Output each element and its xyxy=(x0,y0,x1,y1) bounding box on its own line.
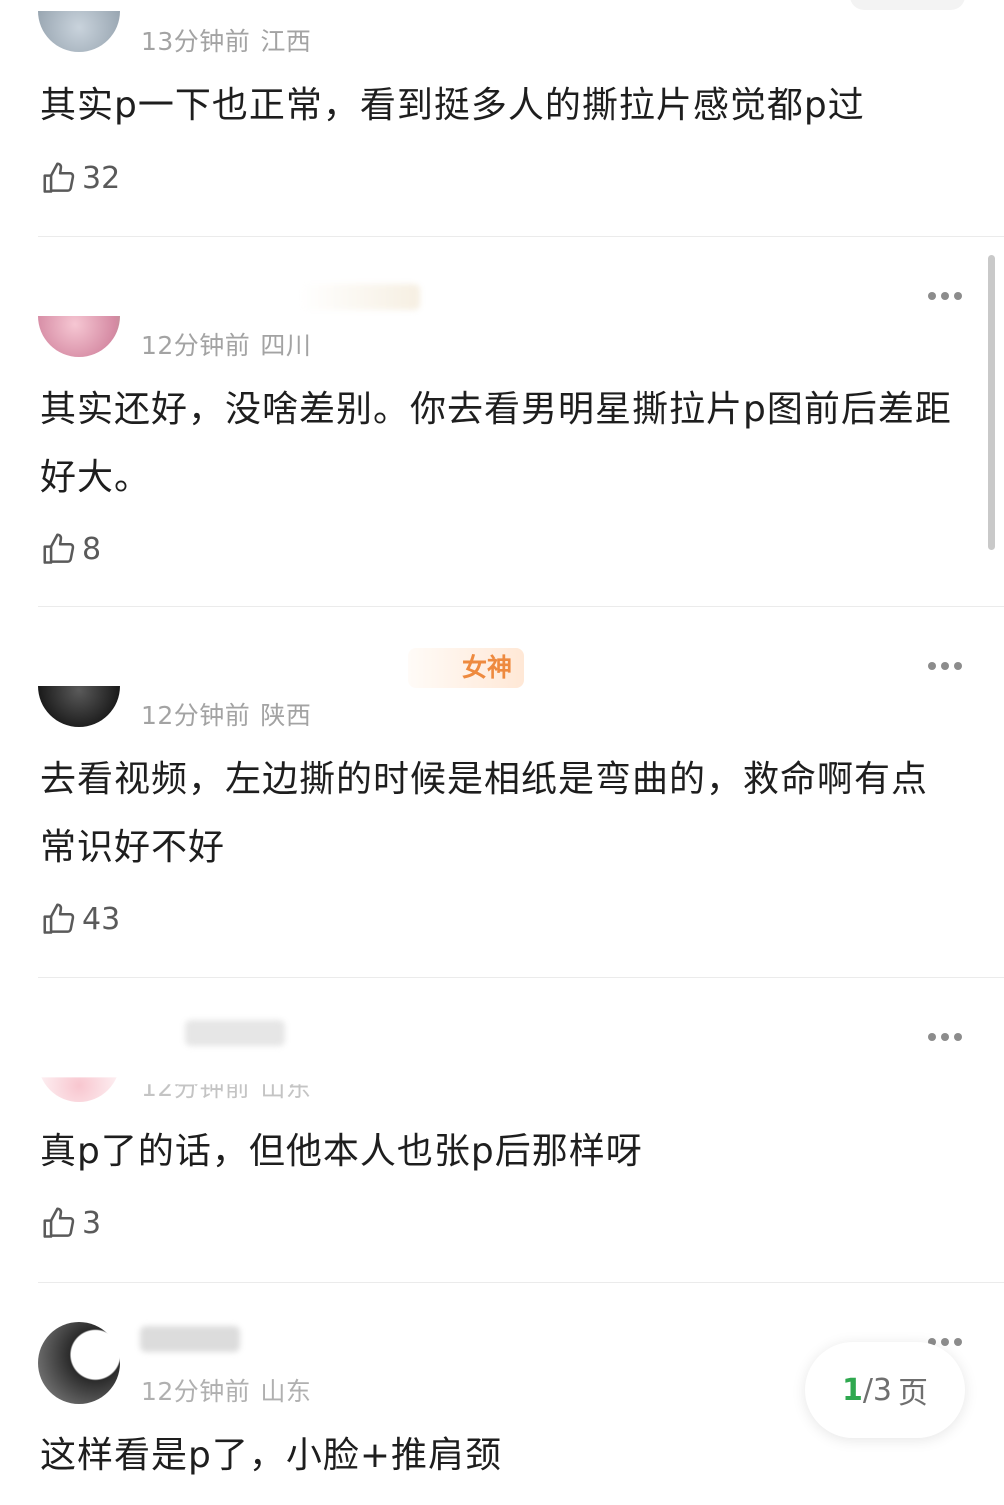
page-indicator[interactable]: 1/3 页 xyxy=(805,1342,965,1438)
more-button[interactable] xyxy=(920,1025,970,1049)
comment-text: 其实p一下也正常，看到挺多人的撕拉片感觉都p过 xyxy=(40,85,865,126)
comment-text: 真p了的话，但他本人也张p后那样呀 xyxy=(40,1131,643,1172)
username-blurred xyxy=(300,284,420,310)
comment-text: 去看视频，左边撕的时候是相纸是弯曲的，救命啊有点常识好不好 xyxy=(40,759,929,868)
comment-location: 陕西 xyxy=(260,701,312,730)
more-dots-icon xyxy=(928,1033,936,1041)
comment-meta: 12分钟前 四川 xyxy=(141,326,311,362)
divider xyxy=(38,236,1004,237)
comment-time: 13分钟前 xyxy=(141,27,251,56)
avatar[interactable] xyxy=(38,686,120,727)
like-button[interactable]: 3 xyxy=(40,1203,101,1243)
comment-location: 四川 xyxy=(260,331,312,360)
like-button[interactable]: 8 xyxy=(40,529,101,569)
comment-text: 这样看是p了，小脸+推肩颈 xyxy=(40,1435,503,1476)
avatar[interactable] xyxy=(38,316,120,357)
avatar[interactable] xyxy=(38,1322,120,1404)
comment-time: 12分钟前 xyxy=(141,331,251,360)
comment-location: 江西 xyxy=(260,27,312,56)
comment-meta: 13分钟前 江西 xyxy=(141,22,311,58)
comment-meta: 12分钟前 陕西 xyxy=(141,696,311,732)
divider xyxy=(38,606,1004,607)
comment-meta: 12分钟前 山东 xyxy=(141,1073,312,1104)
more-dots-icon xyxy=(928,292,936,300)
avatar[interactable] xyxy=(38,11,120,52)
more-dots-icon xyxy=(928,662,936,670)
page-unit: 页 xyxy=(898,1376,929,1411)
divider xyxy=(38,1282,1004,1283)
comment-text: 其实还好，没啥差别。你去看男明星撕拉片p图前后差距好大。 xyxy=(40,389,952,498)
comment-time: 12分钟前 xyxy=(141,1377,251,1406)
like-count: 32 xyxy=(82,160,121,196)
avatar[interactable] xyxy=(38,1077,120,1102)
current-page: 1 xyxy=(841,1372,863,1408)
comment-time: 12分钟前 xyxy=(141,701,251,730)
comment-location: 山东 xyxy=(260,1377,312,1406)
more-button[interactable] xyxy=(920,654,970,678)
like-count: 43 xyxy=(82,901,121,937)
thumbs-up-icon xyxy=(43,1207,75,1238)
username-blurred xyxy=(185,1020,285,1046)
total-pages: /3 xyxy=(862,1372,893,1408)
like-count: 8 xyxy=(82,531,102,567)
comment-meta: 12分钟前 山东 xyxy=(141,1372,311,1408)
username-blurred xyxy=(140,1326,240,1352)
like-button[interactable]: 32 xyxy=(40,158,120,198)
comment-time: 12分钟前 xyxy=(141,1073,251,1102)
like-button[interactable]: 43 xyxy=(40,899,120,939)
top-chip xyxy=(850,0,965,10)
thumbs-up-icon xyxy=(43,903,75,934)
scrollbar[interactable] xyxy=(988,255,995,550)
divider xyxy=(38,977,1004,978)
user-badge: 女神 xyxy=(408,648,525,688)
thumbs-up-icon xyxy=(43,533,75,564)
like-count: 3 xyxy=(82,1205,102,1241)
comment-location: 山东 xyxy=(260,1073,312,1102)
more-button[interactable] xyxy=(920,284,970,308)
thumbs-up-icon xyxy=(43,162,75,193)
